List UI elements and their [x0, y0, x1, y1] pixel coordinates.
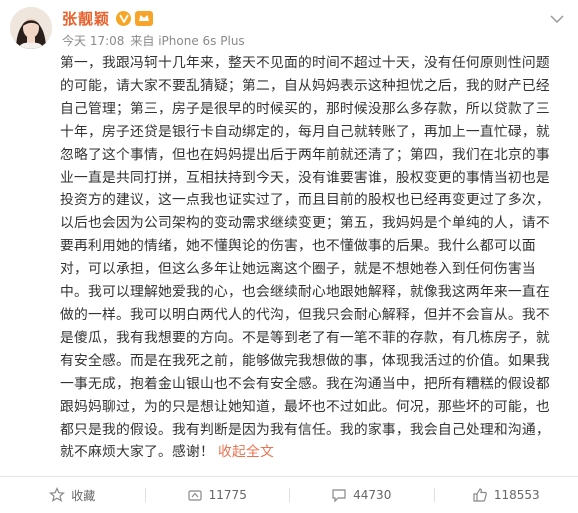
post-timestamp: 今天 17:08: [62, 34, 125, 48]
author-name[interactable]: 张靓颖: [62, 8, 110, 29]
chevron-down-icon[interactable]: [550, 14, 564, 24]
repost-icon: [188, 490, 202, 501]
post-meta: 今天 17:08 来自 iPhone 6s Plus: [62, 32, 245, 49]
post-content: 第一，我跟冯轲十几年来，整天不见面的时间不超过十天，没有任何原则性问题的可能，请…: [60, 52, 560, 464]
like-button[interactable]: 118553: [433, 477, 578, 513]
post-text: 第一，我跟冯轲十几年来，整天不见面的时间不超过十天，没有任何原则性问题的可能，请…: [60, 55, 550, 461]
action-bar: 收藏 11775 44730 118553: [0, 477, 578, 513]
like-count: 118553: [493, 488, 540, 502]
comment-icon: [332, 489, 346, 503]
post-header: 张靓颖 今天 17:08 来自 iPhone 6s Plus: [0, 0, 578, 52]
vip-badge-icon: [116, 10, 132, 26]
repost-count: 11775: [208, 488, 247, 502]
comment-count: 44730: [353, 488, 392, 502]
author-row: 张靓颖: [62, 8, 154, 29]
post-source: 来自 iPhone 6s Plus: [130, 34, 245, 48]
repost-button[interactable]: 11775: [144, 477, 290, 513]
avatar-image: [10, 7, 52, 49]
comment-button[interactable]: 44730: [289, 477, 434, 513]
favorite-label: 收藏: [71, 488, 96, 503]
level-badge-icon: [135, 10, 154, 26]
avatar[interactable]: [10, 7, 52, 49]
collapse-link[interactable]: 收起全文: [218, 444, 274, 460]
star-icon: [49, 487, 66, 502]
thumbs-up-icon: [473, 488, 487, 502]
favorite-button[interactable]: 收藏: [0, 477, 145, 513]
